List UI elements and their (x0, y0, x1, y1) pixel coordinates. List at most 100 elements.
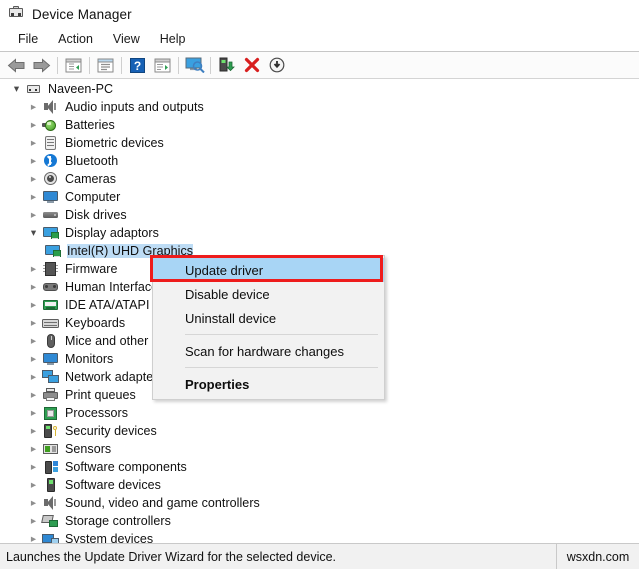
context-menu-item-update-driver[interactable]: Update driver (153, 258, 384, 282)
security-device-icon (42, 423, 60, 439)
chevron-right-icon[interactable]: ▸ (25, 440, 42, 458)
tree-item-label: Processors (65, 406, 129, 420)
add-legacy-hardware-icon[interactable] (214, 54, 239, 77)
battery-icon (42, 117, 60, 133)
chevron-right-icon[interactable]: ▸ (25, 206, 42, 224)
tree-item-batteries[interactable]: ▸ Batteries (0, 116, 639, 134)
tree-item-processors[interactable]: ▸ Processors (0, 404, 639, 422)
chevron-right-icon[interactable]: ▸ (25, 530, 42, 543)
tree-item-label: Naveen-PC (48, 82, 114, 96)
tree-item-label: Computer (65, 190, 121, 204)
tree-item-sensors[interactable]: ▸ Sensors (0, 440, 639, 458)
context-menu-separator (185, 367, 378, 368)
tree-item-label: Sensors (65, 442, 112, 456)
chevron-right-icon[interactable]: ▸ (25, 386, 42, 404)
chevron-right-icon[interactable]: ▸ (25, 512, 42, 530)
tree-item-bluetooth[interactable]: ▸ Bluetooth (0, 152, 639, 170)
speaker-icon (42, 99, 60, 115)
tree-item-label: Print queues (65, 388, 136, 402)
status-bar: Launches the Update Driver Wizard for th… (0, 543, 639, 569)
menu-item-action[interactable]: Action (48, 30, 103, 49)
tree-item-label: Security devices (65, 424, 157, 438)
show-hide-console-tree-icon[interactable] (61, 54, 86, 77)
chevron-right-icon[interactable]: ▸ (25, 278, 42, 296)
tree-item-label: System devices (65, 532, 154, 543)
properties-icon[interactable] (93, 54, 118, 77)
toolbar: ? (0, 52, 639, 79)
menu-item-view[interactable]: View (103, 30, 150, 49)
back-arrow-icon[interactable] (4, 54, 29, 77)
tree-item-security-devices[interactable]: ▸ Security devices (0, 422, 639, 440)
tree-item-software-devices[interactable]: ▸ Software devices (0, 476, 639, 494)
chevron-right-icon[interactable]: ▸ (25, 458, 42, 476)
chevron-right-icon[interactable]: ▸ (25, 422, 42, 440)
tree-item-label: Keyboards (65, 316, 126, 330)
chevron-right-icon[interactable]: ▸ (25, 98, 42, 116)
tree-item-naveen-pc[interactable]: ▾ Naveen-PC (0, 80, 639, 98)
tree-item-disk-drives[interactable]: ▸ Disk drives (0, 206, 639, 224)
sound-icon (42, 495, 60, 511)
toolbar-separator (121, 56, 122, 74)
tree-item-display-adaptors[interactable]: ▾ Display adaptors (0, 224, 639, 242)
scan-for-hardware-changes-icon[interactable] (182, 54, 207, 77)
menu-item-help[interactable]: Help (150, 30, 196, 49)
chevron-right-icon[interactable]: ▸ (25, 116, 42, 134)
chevron-right-icon[interactable]: ▸ (25, 134, 42, 152)
chevron-right-icon[interactable]: ▸ (25, 152, 42, 170)
tree-item-label: Batteries (65, 118, 115, 132)
tree-item-sound-video-and-game-controllers[interactable]: ▸ Sound, video and game controllers (0, 494, 639, 512)
chevron-right-icon[interactable]: ▸ (25, 368, 42, 386)
chevron-right-icon[interactable]: ▸ (25, 188, 42, 206)
tree-item-label: Human Interface (65, 280, 159, 294)
svg-text:?: ? (134, 59, 141, 73)
tree-item-label: Software devices (65, 478, 161, 492)
chevron-right-icon[interactable]: ▸ (25, 170, 42, 188)
tree-item-software-components[interactable]: ▸ Software components (0, 458, 639, 476)
chevron-right-icon[interactable]: ▸ (25, 476, 42, 494)
chevron-right-icon[interactable]: ▸ (25, 260, 42, 278)
firmware-icon (42, 261, 60, 277)
context-menu-item-scan-for-hardware-changes[interactable]: Scan for hardware changes (153, 339, 384, 363)
toolbar-separator (178, 56, 179, 74)
system-device-icon (42, 531, 60, 543)
help-icon[interactable]: ? (125, 54, 150, 77)
menu-bar: File Action View Help (0, 28, 639, 52)
keyboard-icon (42, 315, 60, 331)
menu-item-file[interactable]: File (8, 30, 48, 49)
tree-item-label: Disk drives (65, 208, 127, 222)
tree-item-system-devices[interactable]: ▸ System devices (0, 530, 639, 543)
uninstall-device-icon[interactable] (239, 54, 264, 77)
context-menu-item-properties[interactable]: Properties (153, 372, 384, 396)
tree-item-storage-controllers[interactable]: ▸ Storage controllers (0, 512, 639, 530)
context-menu-item-uninstall-device[interactable]: Uninstall device (153, 306, 384, 330)
tree-item-audio-inputs-and-outputs[interactable]: ▸ Audio inputs and outputs (0, 98, 639, 116)
fingerprint-icon (42, 135, 60, 151)
camera-icon (42, 171, 60, 187)
chevron-down-icon[interactable]: ▾ (8, 80, 25, 98)
update-driver-icon[interactable] (150, 54, 175, 77)
chevron-right-icon[interactable]: ▸ (25, 296, 42, 314)
tree-item-biometric-devices[interactable]: ▸ Biometric devices (0, 134, 639, 152)
processor-icon (42, 405, 60, 421)
monitor-icon (42, 351, 60, 367)
tree-item-cameras[interactable]: ▸ Cameras (0, 170, 639, 188)
tree-item-label: Firmware (65, 262, 118, 276)
status-watermark: wsxdn.com (566, 549, 630, 564)
tree-item-label: Bluetooth (65, 154, 119, 168)
chevron-right-icon[interactable]: ▸ (25, 350, 42, 368)
disable-device-icon[interactable] (264, 54, 289, 77)
forward-arrow-icon[interactable] (29, 54, 54, 77)
display-adapter-icon (42, 225, 60, 241)
chevron-right-icon[interactable]: ▸ (25, 494, 42, 512)
chevron-right-icon[interactable]: ▸ (25, 314, 42, 332)
tree-item-computer[interactable]: ▸ Computer (0, 188, 639, 206)
context-menu-item-disable-device[interactable]: Disable device (153, 282, 384, 306)
chevron-right-icon[interactable]: ▸ (25, 332, 42, 350)
context-menu[interactable]: Update driver Disable device Uninstall d… (152, 255, 385, 400)
tree-item-label: Cameras (65, 172, 117, 186)
disk-drive-icon (42, 207, 60, 223)
software-device-icon (42, 477, 60, 493)
computer-icon (25, 81, 43, 97)
chevron-down-icon[interactable]: ▾ (25, 224, 42, 242)
chevron-right-icon[interactable]: ▸ (25, 404, 42, 422)
